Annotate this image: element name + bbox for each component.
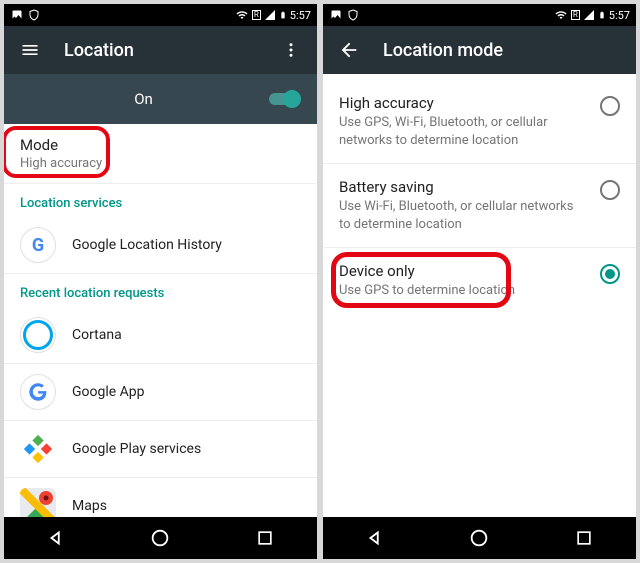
google-app-icon	[20, 374, 56, 410]
wifi-icon	[554, 9, 568, 21]
subheader-recent: Recent location requests	[4, 274, 317, 307]
option-battery-saving[interactable]: Battery saving Use Wi-Fi, Bluetooth, or …	[323, 164, 636, 248]
hamburger-icon[interactable]	[18, 40, 42, 60]
page-title: Location mode	[383, 40, 622, 61]
phone-location-mode: R 5:57 Location mode High accuracy Use G…	[323, 4, 636, 559]
status-bar: R 5:57	[4, 4, 317, 26]
battery-icon	[598, 9, 606, 21]
nav-back[interactable]	[26, 527, 86, 549]
nav-bar	[4, 517, 317, 559]
action-bar: Location mode	[323, 26, 636, 74]
cell-icon	[583, 9, 595, 21]
app-cortana[interactable]: Cortana	[4, 307, 317, 364]
action-bar: Location	[4, 26, 317, 74]
image-icon	[10, 9, 24, 21]
app-maps[interactable]: Maps	[4, 478, 317, 517]
nav-home[interactable]	[449, 527, 509, 549]
cell-icon	[264, 9, 276, 21]
battery-icon	[279, 9, 287, 21]
gapp-label: Google App	[72, 384, 145, 400]
mode-options: High accuracy Use GPS, Wi-Fi, Bluetooth,…	[323, 74, 636, 517]
clock: 5:57	[290, 9, 311, 22]
nav-bar	[323, 517, 636, 559]
nav-home[interactable]	[130, 527, 190, 549]
settings-list: Mode High accuracy Location services G G…	[4, 124, 317, 517]
opt-sub: Use GPS, Wi-Fi, Bluetooth, or cellular n…	[339, 114, 588, 149]
opt-sub: Use GPS to determine location	[339, 282, 588, 300]
maps-icon	[20, 488, 56, 517]
back-arrow-icon[interactable]	[337, 39, 361, 61]
page-title: Location	[64, 40, 279, 61]
history-label: Google Location History	[72, 237, 222, 253]
app-google[interactable]: Google App	[4, 364, 317, 421]
r-badge: R	[571, 10, 580, 20]
opt-title: Device only	[339, 262, 588, 280]
cortana-label: Cortana	[72, 327, 122, 343]
opt-title: Battery saving	[339, 178, 588, 196]
radio-high[interactable]	[600, 96, 620, 116]
gmaps-label: Maps	[72, 498, 107, 514]
nav-recent[interactable]	[235, 528, 295, 548]
shield-icon	[347, 9, 359, 21]
shield-icon	[28, 9, 40, 21]
opt-sub: Use Wi-Fi, Bluetooth, or cellular networ…	[339, 198, 588, 233]
cortana-icon	[20, 317, 56, 353]
location-toggle-row[interactable]: On	[4, 74, 317, 124]
play-services-icon	[20, 431, 56, 467]
toggle-label: On	[20, 90, 267, 108]
radio-batt[interactable]	[600, 180, 620, 200]
mode-item[interactable]: Mode High accuracy	[4, 124, 317, 184]
option-high-accuracy[interactable]: High accuracy Use GPS, Wi-Fi, Bluetooth,…	[323, 80, 636, 164]
location-switch[interactable]	[267, 90, 301, 108]
option-device-only[interactable]: Device only Use GPS to determine locatio…	[323, 248, 636, 314]
mode-title: Mode	[20, 136, 301, 154]
subheader-services: Location services	[4, 184, 317, 217]
r-badge: R	[252, 10, 261, 20]
app-play-services[interactable]: Google Play services	[4, 421, 317, 478]
gplay-label: Google Play services	[72, 441, 201, 457]
phone-location-settings: R 5:57 Location On Mode High accuracy Lo…	[4, 4, 317, 559]
image-icon	[329, 9, 343, 21]
mode-sub: High accuracy	[20, 156, 301, 171]
overflow-icon[interactable]	[279, 41, 303, 59]
wifi-icon	[235, 9, 249, 21]
radio-dev[interactable]	[600, 264, 620, 284]
clock: 5:57	[609, 9, 630, 22]
status-bar: R 5:57	[323, 4, 636, 26]
opt-title: High accuracy	[339, 94, 588, 112]
location-history-item[interactable]: G Google Location History	[4, 217, 317, 274]
nav-recent[interactable]	[554, 528, 614, 548]
google-icon: G	[20, 227, 56, 263]
nav-back[interactable]	[345, 527, 405, 549]
